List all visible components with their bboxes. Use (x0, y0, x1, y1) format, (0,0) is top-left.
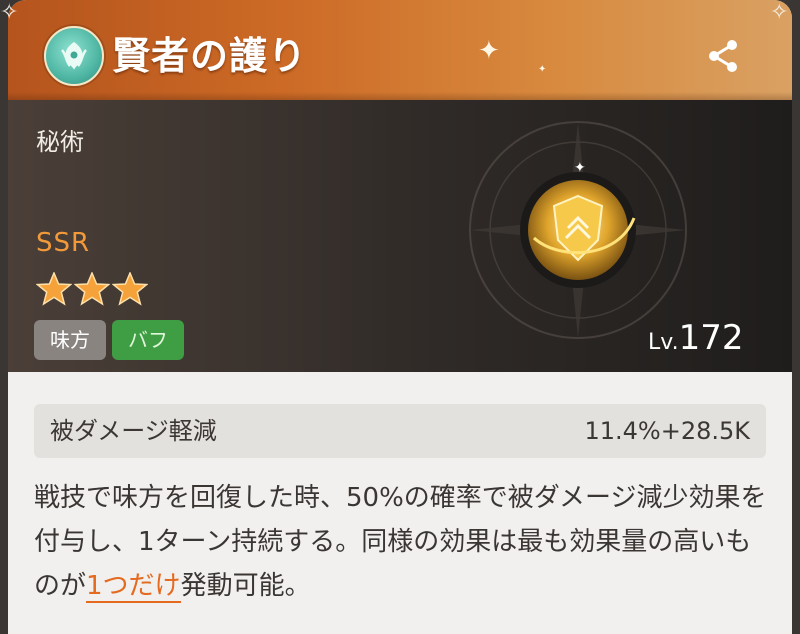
description-highlight: 1つだけ (86, 571, 181, 603)
stat-value: 11.4%+28.5K (584, 417, 750, 445)
skill-card: 賢者の護り ✦ ✦ ✦ 秘術 SSR 味方 バフ Lv.172 被ダメージ軽減 … (8, 0, 792, 634)
skill-title: 賢者の護り (112, 34, 308, 78)
card-header: 賢者の護り ✦ ✦ (8, 0, 792, 100)
corner-ornament-icon: ✧ (0, 0, 19, 25)
stat-row: 被ダメージ軽減 11.4%+28.5K (34, 404, 766, 458)
stat-name: 被ダメージ軽減 (50, 417, 217, 445)
tag-ally: 味方 (34, 320, 106, 360)
skill-description: 戦技で味方を回復した時、50%の確率で被ダメージ減少効果を付与し、1ターン持続す… (34, 476, 774, 608)
skill-level: Lv.172 (648, 316, 743, 360)
star-icon (36, 272, 72, 306)
star-rating (36, 272, 148, 306)
sage-emblem-icon (44, 26, 104, 86)
description-text-end: 発動可能。 (180, 571, 311, 601)
sparkle-icon: ✦ (538, 64, 547, 75)
sparkle-icon: ✦ (478, 36, 500, 66)
skill-tags: 味方 バフ (34, 320, 184, 360)
corner-ornament-icon: ✧ (770, 0, 789, 25)
level-value: 172 (678, 318, 744, 358)
star-icon (74, 272, 110, 306)
rarity-label: SSR (36, 228, 91, 258)
tag-buff: バフ (112, 320, 184, 360)
level-prefix: Lv. (648, 330, 679, 355)
skill-hero: ✦ 秘術 SSR 味方 バフ Lv.172 (8, 100, 792, 372)
share-icon[interactable] (702, 34, 746, 78)
skill-category: 秘術 (36, 128, 84, 156)
star-icon (112, 272, 148, 306)
svg-text:✦: ✦ (574, 160, 586, 176)
